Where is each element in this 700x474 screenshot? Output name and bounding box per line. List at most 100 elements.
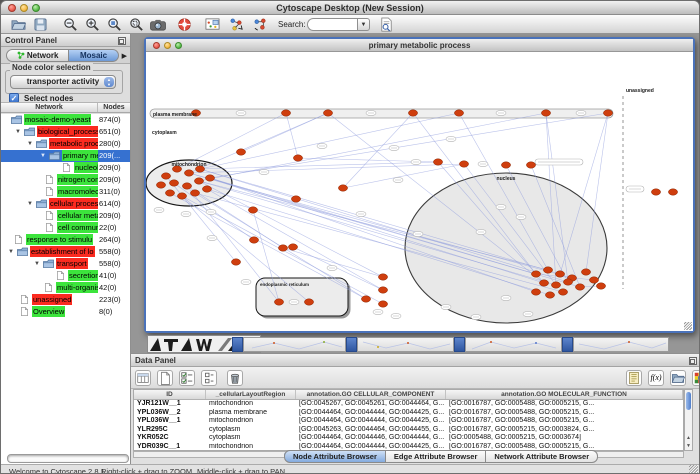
attribute-browser-tab[interactable]: Network Attribute Browser	[486, 450, 598, 463]
tree-row[interactable]: multi-organism pro42(0)	[1, 282, 130, 294]
graph-node-selected[interactable]	[161, 173, 170, 179]
expand-arrow-icon[interactable]: ▼	[27, 141, 33, 147]
graph-node-selected[interactable]	[177, 193, 186, 199]
tree-row[interactable]: secretion41(0)	[1, 270, 130, 282]
graph-node-selected[interactable]	[281, 110, 290, 116]
network-window-titlebar[interactable]: primary metabolic process	[146, 39, 693, 52]
net-zoom-button[interactable]	[175, 42, 182, 49]
graph-node-selected[interactable]	[165, 190, 174, 196]
minimize-button[interactable]	[20, 4, 28, 12]
graph-node-selected[interactable]	[249, 237, 258, 243]
float-data-panel-icon[interactable]	[689, 357, 697, 365]
notes-icon[interactable]	[626, 370, 642, 386]
graph-node-selected[interactable]	[378, 287, 387, 293]
minimized-window-preview[interactable]	[573, 337, 669, 352]
graph-node-selected[interactable]	[531, 271, 540, 277]
scroll-down-icon[interactable]: ▼	[685, 442, 692, 450]
table-column-header[interactable]: _cellularLayoutRegion	[206, 390, 296, 399]
graph-edge[interactable]	[286, 113, 298, 158]
vscroll-thumb[interactable]	[686, 392, 691, 410]
graph-node-selected[interactable]	[589, 277, 598, 283]
heatmap-icon[interactable]	[692, 370, 700, 386]
table-column-header[interactable]: ID	[134, 390, 206, 399]
table-row[interactable]: YPL036W__1mitochondrion[GO:0044464, GO:0…	[134, 417, 683, 426]
tree-row[interactable]: ▼cellular process614(0)	[1, 198, 130, 210]
close-button[interactable]	[8, 4, 16, 12]
open-folder-icon[interactable]	[670, 370, 686, 386]
help-icon[interactable]	[177, 17, 192, 32]
graph-node-selected[interactable]	[545, 292, 554, 298]
graph-node-selected[interactable]	[575, 284, 584, 290]
snapshot-icon[interactable]	[149, 17, 167, 32]
graph-node-selected[interactable]	[231, 259, 240, 265]
tree-row[interactable]: ▼establishment of lo558(0)	[1, 246, 130, 258]
attribute-grid-icon[interactable]	[135, 370, 151, 386]
graph-node-selected[interactable]	[361, 296, 370, 302]
graph-edge[interactable]	[189, 113, 328, 173]
minimized-window-preview[interactable]	[243, 337, 346, 352]
graph-node-selected[interactable]	[581, 269, 590, 275]
tree-row[interactable]: nitrogen compo209(0)	[1, 174, 130, 186]
graph-node-selected[interactable]	[194, 178, 203, 184]
graph-node-selected[interactable]	[526, 162, 535, 168]
birdseye-view-icon[interactable]	[205, 17, 220, 32]
scroll-up-icon[interactable]: ▲	[685, 434, 692, 442]
network-window-resize-grip[interactable]	[684, 322, 692, 330]
search-dropdown-button[interactable]: ▼	[357, 18, 370, 31]
graph-node-selected[interactable]	[551, 282, 560, 288]
graph-node-selected[interactable]	[202, 186, 211, 192]
select-attributes-icon[interactable]	[179, 370, 195, 386]
expand-arrow-icon[interactable]: ▼	[8, 249, 14, 255]
table-row[interactable]: YJR121W__1mitochondrion[GO:0045267, GO:0…	[134, 400, 683, 409]
graph-node-selected[interactable]	[304, 299, 313, 305]
network-window[interactable]: primary metabolic process plasma membran…	[144, 37, 695, 333]
tree-row[interactable]: ▼metabolic process280(0)	[1, 138, 130, 150]
graph-node-selected[interactable]	[190, 190, 199, 196]
minimized-window-edge[interactable]	[232, 337, 243, 352]
tree-column-network[interactable]: Network	[1, 103, 98, 112]
expand-arrow-icon[interactable]: ▼	[34, 261, 40, 267]
expand-arrow-icon[interactable]: ▼	[27, 201, 33, 207]
graph-node-selected[interactable]	[184, 170, 193, 176]
graph-node-selected[interactable]	[459, 161, 468, 167]
tab-mosaic[interactable]: Mosaic	[69, 49, 119, 62]
zoom-window-button[interactable]	[32, 4, 40, 12]
attribute-browser-tab[interactable]: Node Attribute Browser	[284, 450, 386, 463]
tree-row[interactable]: ▼primary metabo209(...	[1, 150, 130, 162]
graph-edge[interactable]	[199, 113, 546, 181]
zoom-out-icon[interactable]	[63, 17, 78, 32]
tree-row[interactable]: cell communicat22(0)	[1, 222, 130, 234]
table-row[interactable]: YPL036W__2plasma membrane[GO:0044464, GO…	[134, 409, 683, 418]
graph-node-selected[interactable]	[454, 110, 463, 116]
graph-node-selected[interactable]	[236, 149, 245, 155]
table-column-header[interactable]: annotation.GO CELLULAR_COMPONENT	[296, 390, 446, 399]
graph-node-selected[interactable]	[668, 189, 677, 195]
graph-node-selected[interactable]	[169, 180, 178, 186]
table-row[interactable]: YKR052Ccytoplasm[GO:0044464, GO:0044446,…	[134, 434, 683, 443]
net-minimize-button[interactable]	[164, 42, 171, 49]
graph-node-selected[interactable]	[596, 283, 605, 289]
graph-node-selected[interactable]	[433, 159, 442, 165]
tree-row[interactable]: ▼biological_process651(0)	[1, 126, 130, 138]
net-close-button[interactable]	[153, 42, 160, 49]
delete-attribute-icon[interactable]	[227, 370, 243, 386]
tree-row[interactable]: ▼transport558(0)	[1, 258, 130, 270]
tree-row[interactable]: mosaic-demo-yeast874(0)	[1, 114, 130, 126]
zoom-fit-icon[interactable]	[129, 17, 144, 32]
table-vertical-scrollbar[interactable]: ▲ ▼	[684, 389, 693, 451]
minimized-window-edge[interactable]	[346, 337, 357, 352]
new-attribute-icon[interactable]	[157, 370, 173, 386]
graph-node-selected[interactable]	[408, 110, 417, 116]
graph-node-selected[interactable]	[541, 110, 550, 116]
graph-node-selected[interactable]	[651, 189, 660, 195]
graph-node-selected[interactable]	[293, 155, 302, 161]
graph-node-selected[interactable]	[603, 110, 612, 116]
layout-nodes-icon[interactable]	[229, 17, 244, 32]
graph-node-selected[interactable]	[543, 267, 552, 273]
graph-node-selected[interactable]	[278, 245, 287, 251]
graph-node-selected[interactable]	[288, 244, 297, 250]
node-color-select[interactable]: transporter activity ▲▼	[10, 75, 116, 89]
graph-node-selected[interactable]	[558, 289, 567, 295]
open-icon[interactable]	[11, 17, 26, 32]
zoom-selected-icon[interactable]	[107, 17, 122, 32]
